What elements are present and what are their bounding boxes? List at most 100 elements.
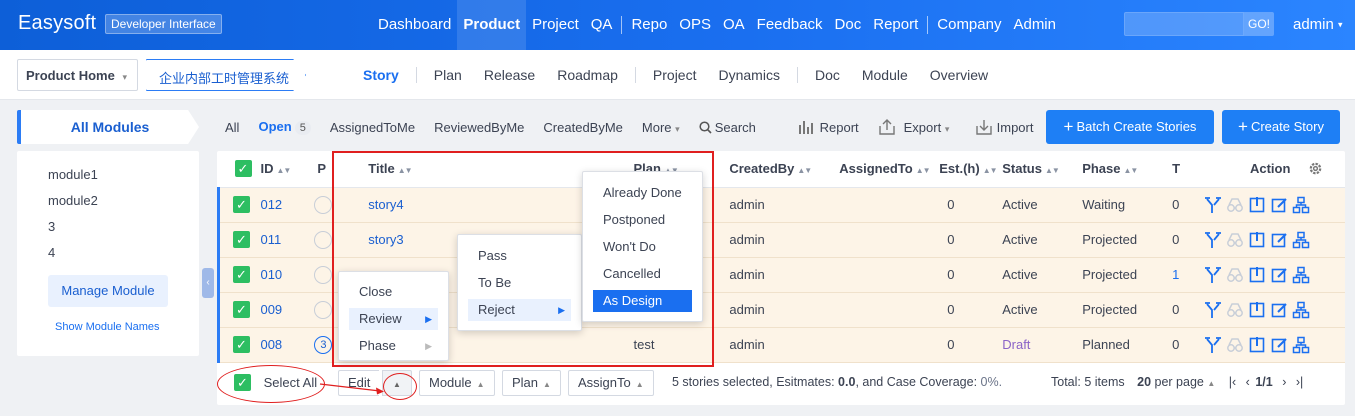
last-page-icon[interactable]: ›| — [1296, 375, 1303, 389]
tab-open[interactable]: Open 5 — [258, 119, 311, 135]
row-checkbox[interactable]: ✓ — [233, 301, 250, 319]
subnav-doc[interactable]: Doc — [804, 67, 851, 83]
story-id-link[interactable]: 012 — [260, 197, 282, 212]
nav-qa[interactable]: QA — [585, 0, 619, 50]
gear-icon[interactable] — [1308, 161, 1323, 176]
next-page-icon[interactable]: › — [1282, 375, 1286, 389]
nav-product[interactable]: Product — [457, 0, 527, 50]
report-button[interactable]: Report — [798, 119, 859, 135]
global-search-input[interactable] — [1124, 12, 1244, 36]
nav-feedback[interactable]: Feedback — [751, 0, 829, 50]
close-story-icon[interactable] — [1248, 336, 1266, 354]
review-icon[interactable] — [1226, 336, 1244, 354]
column-phase[interactable]: Phase ▲▼ — [1077, 151, 1173, 188]
nav-admin[interactable]: Admin — [1007, 0, 1062, 50]
module-item[interactable]: module1 — [48, 167, 98, 182]
menu-item-postponed[interactable]: Postponed — [593, 209, 692, 231]
row-checkbox[interactable]: ✓ — [233, 196, 250, 214]
menu-item-already-done[interactable]: Already Done — [593, 182, 692, 204]
column-pri[interactable]: P — [314, 151, 369, 188]
edit-icon[interactable] — [1270, 336, 1288, 354]
tab-created-by-me[interactable]: CreatedByMe — [543, 120, 622, 135]
batch-module-button[interactable]: Module ▲ — [419, 370, 495, 396]
module-item[interactable]: 4 — [48, 245, 55, 260]
close-story-icon[interactable] — [1248, 266, 1266, 284]
menu-item-pass[interactable]: Pass — [468, 245, 571, 267]
task-count-cell[interactable]: 1 — [1172, 267, 1179, 282]
edit-icon[interactable] — [1270, 266, 1288, 284]
row-checkbox[interactable]: ✓ — [233, 336, 250, 354]
story-id-link[interactable]: 011 — [260, 232, 281, 247]
column-assigned-to[interactable]: AssignedTo ▲▼ — [833, 151, 934, 188]
menu-item-review[interactable]: Review ▶ — [349, 308, 438, 330]
tab-more[interactable]: More ▾ — [642, 120, 680, 135]
change-icon[interactable] — [1204, 196, 1222, 214]
subnav-module[interactable]: Module — [851, 67, 919, 83]
nav-company[interactable]: Company — [931, 0, 1007, 50]
import-button[interactable]: Import — [975, 119, 1033, 135]
split-icon[interactable] — [1292, 301, 1310, 319]
review-icon[interactable] — [1226, 231, 1244, 249]
menu-item-phase[interactable]: Phase ▶ — [349, 335, 438, 357]
brand-logo[interactable]: Easysoft — [18, 12, 96, 35]
create-story-button[interactable]: + Create Story — [1222, 110, 1340, 144]
all-modules-header[interactable]: All Modules — [17, 110, 199, 144]
search-toggle[interactable]: Search — [699, 120, 756, 135]
split-icon[interactable] — [1292, 336, 1310, 354]
story-title-link[interactable]: story4 — [368, 197, 403, 212]
sidebar-collapse-toggle[interactable]: ‹ — [202, 268, 214, 298]
tab-all[interactable]: All — [225, 120, 239, 135]
story-id-link[interactable]: 008 — [260, 337, 282, 352]
user-menu[interactable]: admin ▾ — [1293, 16, 1343, 33]
table-row[interactable]: ✓ 011 story3 admin 0 Active Projected 0 — [217, 222, 1345, 258]
column-status[interactable]: Status ▲▼ — [999, 151, 1078, 188]
review-icon[interactable] — [1226, 301, 1244, 319]
split-icon[interactable] — [1292, 196, 1310, 214]
subnav-story[interactable]: Story — [352, 67, 410, 83]
batch-create-stories-button[interactable]: + Batch Create Stories — [1046, 110, 1214, 144]
nav-repo[interactable]: Repo — [625, 0, 673, 50]
close-story-icon[interactable] — [1248, 231, 1266, 249]
column-t[interactable]: T — [1172, 151, 1202, 188]
header-checkbox[interactable]: ✓ — [234, 160, 252, 178]
story-id-link[interactable]: 009 — [260, 302, 282, 317]
menu-item-reject[interactable]: Reject ▶ — [468, 299, 571, 321]
column-estimate[interactable]: Est.(h) ▲▼ — [933, 151, 1000, 188]
subnav-plan[interactable]: Plan — [423, 67, 473, 83]
nav-oa[interactable]: OA — [717, 0, 751, 50]
menu-item-to-be-clarified[interactable]: To Be Clarified — [468, 272, 571, 312]
module-item[interactable]: 3 — [48, 219, 55, 234]
change-icon[interactable] — [1204, 231, 1222, 249]
search-go-button[interactable]: GO! — [1244, 12, 1274, 36]
subnav-project[interactable]: Project — [642, 67, 708, 83]
batch-assign-button[interactable]: AssignTo ▲ — [568, 370, 654, 396]
change-icon[interactable] — [1204, 301, 1222, 319]
prev-page-icon[interactable]: ‹ — [1246, 375, 1250, 389]
row-checkbox[interactable]: ✓ — [233, 266, 250, 284]
first-page-icon[interactable]: |‹ — [1229, 375, 1236, 389]
column-created-by[interactable]: CreatedBy ▲▼ — [723, 151, 834, 188]
split-icon[interactable] — [1292, 266, 1310, 284]
nav-project[interactable]: Project — [526, 0, 585, 50]
change-icon[interactable] — [1204, 266, 1222, 284]
review-icon[interactable] — [1226, 196, 1244, 214]
change-icon[interactable] — [1204, 336, 1222, 354]
menu-item-as-design[interactable]: As Design — [593, 290, 692, 312]
batch-plan-button[interactable]: Plan ▲ — [502, 370, 561, 396]
show-module-names-link[interactable]: Show Module Names — [55, 321, 160, 333]
edit-icon[interactable] — [1270, 196, 1288, 214]
module-item[interactable]: module2 — [48, 193, 98, 208]
export-button[interactable]: Export ▾ — [878, 119, 949, 135]
split-icon[interactable] — [1292, 231, 1310, 249]
menu-item-wont-do[interactable]: Won't Do — [593, 236, 692, 258]
tab-assigned-to-me[interactable]: AssignedToMe — [330, 120, 415, 135]
product-home-dropdown[interactable]: Product Home ▾ — [17, 59, 138, 91]
review-icon[interactable] — [1226, 266, 1244, 284]
edit-icon[interactable] — [1270, 231, 1288, 249]
menu-item-cancelled[interactable]: Cancelled — [593, 263, 692, 285]
row-checkbox[interactable]: ✓ — [233, 231, 250, 249]
nav-ops[interactable]: OPS — [673, 0, 717, 50]
subnav-release[interactable]: Release — [473, 67, 546, 83]
subnav-dynamics[interactable]: Dynamics — [707, 67, 790, 83]
story-title-link[interactable]: story3 — [368, 232, 403, 247]
